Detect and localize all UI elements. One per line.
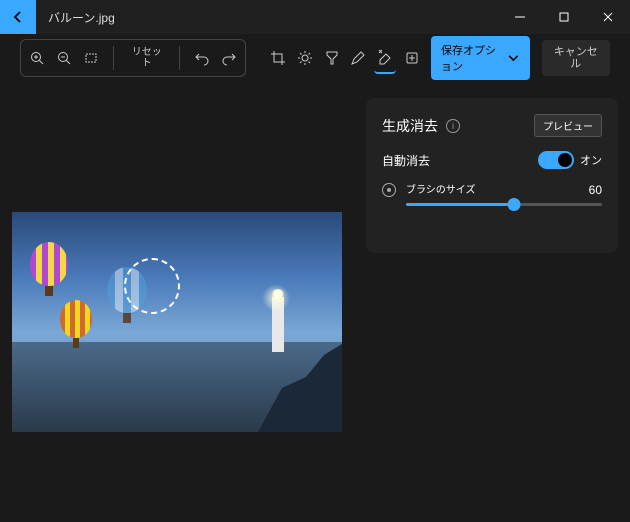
image-preview[interactable]	[12, 212, 342, 432]
zoom-out-button[interactable]	[52, 42, 75, 74]
toolbar: リセット 保存オプション キャンセル	[0, 34, 630, 82]
crop-icon	[270, 50, 286, 66]
target-icon	[382, 183, 396, 197]
image-lighthouse-glow	[262, 284, 290, 312]
sparkle-icon	[404, 50, 420, 66]
brush-size-label: ブラシのサイズ	[406, 185, 476, 196]
markup-button[interactable]	[347, 42, 370, 74]
reset-button[interactable]: リセット	[124, 45, 169, 71]
brush-size-slider[interactable]	[406, 203, 602, 206]
auto-erase-toggle[interactable]	[538, 151, 574, 169]
preview-button[interactable]: プレビュー	[534, 114, 602, 137]
filter-button[interactable]	[320, 42, 343, 74]
save-options-button[interactable]: 保存オプション	[431, 36, 530, 80]
undo-icon	[194, 50, 210, 66]
save-label: 保存オプション	[441, 42, 503, 74]
redo-icon	[221, 50, 237, 66]
eraser-icon	[377, 49, 393, 65]
erase-panel: 生成消去 i プレビュー 自動消去 オン ブラシのサイズ 60	[366, 98, 618, 253]
separator	[113, 46, 114, 70]
background-button[interactable]	[400, 42, 423, 74]
arrow-left-icon	[10, 9, 26, 25]
info-icon[interactable]: i	[446, 119, 460, 133]
minimize-button[interactable]	[498, 0, 542, 34]
separator	[179, 46, 180, 70]
close-icon	[600, 9, 616, 25]
chevron-down-icon	[507, 50, 520, 66]
toggle-on-label: オン	[580, 152, 602, 168]
slider-thumb[interactable]	[507, 198, 520, 211]
crop-button[interactable]	[267, 42, 290, 74]
undo-button[interactable]	[190, 42, 213, 74]
adjust-button[interactable]	[294, 42, 317, 74]
redo-button[interactable]	[218, 42, 241, 74]
zoom-out-icon	[56, 50, 72, 66]
zoom-group: リセット	[20, 39, 246, 77]
close-button[interactable]	[586, 0, 630, 34]
fit-button[interactable]	[80, 42, 103, 74]
title-bar: バルーン.jpg	[0, 0, 630, 34]
main-area: 生成消去 i プレビュー 自動消去 オン ブラシのサイズ 60	[0, 82, 630, 522]
brush-size-value: 60	[589, 183, 602, 197]
maximize-button[interactable]	[542, 0, 586, 34]
cancel-button[interactable]: キャンセル	[542, 40, 611, 76]
auto-erase-label: 自動消去	[382, 152, 430, 169]
brightness-icon	[297, 50, 313, 66]
slider-fill	[406, 203, 514, 206]
erase-button[interactable]	[374, 42, 397, 74]
maximize-icon	[556, 9, 572, 25]
filter-icon	[324, 50, 340, 66]
panel-title: 生成消去	[382, 116, 438, 136]
image-balloon-2	[60, 300, 92, 338]
canvas-area[interactable]	[0, 82, 354, 522]
file-name: バルーン.jpg	[48, 9, 115, 26]
minimize-icon	[512, 9, 528, 25]
fit-icon	[83, 50, 99, 66]
selection-circle[interactable]	[124, 258, 180, 314]
pencil-icon	[350, 50, 366, 66]
back-button[interactable]	[0, 0, 36, 34]
zoom-in-icon	[29, 50, 45, 66]
zoom-in-button[interactable]	[25, 42, 48, 74]
image-balloon-1	[30, 242, 68, 286]
